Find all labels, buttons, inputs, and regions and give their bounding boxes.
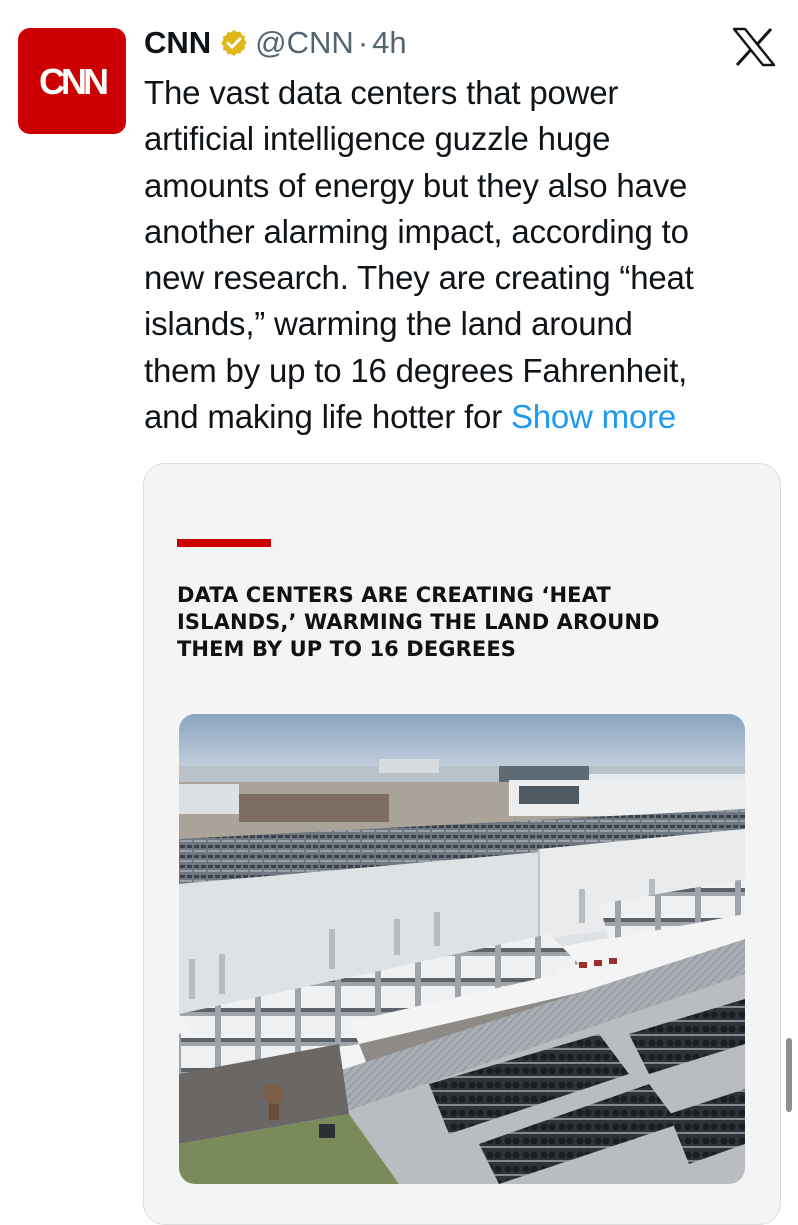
data-center-photo[interactable] bbox=[179, 714, 745, 1184]
tweet-header: CNN @CNN · 4h bbox=[144, 22, 407, 64]
card-headline: DATA CENTERS ARE CREATING ‘HEAT ISLANDS,… bbox=[177, 582, 777, 663]
tweet-text-last-line: and making life hotter for Show more bbox=[144, 394, 784, 440]
tweet-text-line: another alarming impact, according to bbox=[144, 212, 689, 250]
tweet-text-line: new research. They are creating “heat bbox=[144, 259, 694, 297]
tweet-text-line: amounts of energy but they also have bbox=[144, 166, 688, 204]
tweet-text-line: The vast data centers that power bbox=[144, 74, 619, 111]
avatar-logo-text: CNN bbox=[39, 61, 107, 102]
headline-line: ISLANDS,’ WARMING THE LAND AROUND bbox=[177, 610, 660, 634]
x-logo-icon[interactable] bbox=[732, 27, 776, 67]
headline-line: DATA CENTERS ARE CREATING ‘HEAT bbox=[177, 583, 611, 607]
headline-line: THEM BY UP TO 16 DEGREES bbox=[177, 637, 517, 661]
show-more-link[interactable]: Show more bbox=[511, 398, 676, 435]
tweet-text: The vast data centers that power artific… bbox=[144, 70, 784, 440]
cnn-logo-icon: CNN bbox=[39, 61, 111, 102]
tweet-text-line: artificial intelligence guzzle huge bbox=[144, 120, 611, 158]
media-card[interactable]: DATA CENTERS ARE CREATING ‘HEAT ISLANDS,… bbox=[143, 463, 781, 1225]
author-handle[interactable]: @CNN bbox=[255, 25, 354, 61]
avatar[interactable]: CNN bbox=[18, 28, 126, 134]
separator-dot: · bbox=[357, 25, 369, 60]
accent-bar bbox=[177, 539, 271, 547]
author-name[interactable]: CNN bbox=[144, 25, 211, 61]
scrollbar[interactable] bbox=[786, 1038, 792, 1112]
verified-badge-icon[interactable] bbox=[219, 28, 249, 58]
tweet-text-line: islands,” warming the land around bbox=[144, 305, 633, 343]
timestamp[interactable]: 4h bbox=[372, 25, 406, 61]
tweet-text-line: them by up to 16 degrees Fahrenheit, bbox=[144, 351, 688, 389]
tweet-text-line: and making life hotter for bbox=[144, 398, 502, 436]
